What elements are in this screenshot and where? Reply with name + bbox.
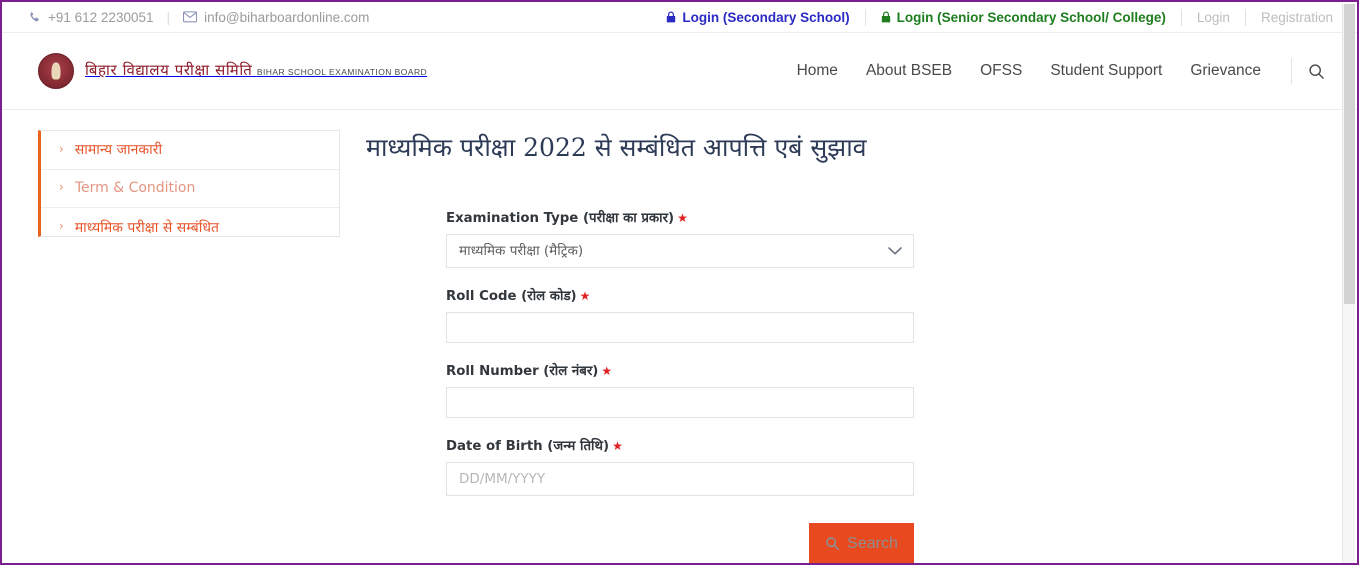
- main-navigation: Home About BSEB OFSS Student Support Gri…: [783, 58, 1333, 84]
- sidebar-item-label: सामान्य जानकारी: [74, 142, 163, 159]
- chevron-right-icon: ›: [59, 219, 64, 234]
- field-roll-number: Roll Number (रोल नंबर) ★: [446, 361, 914, 418]
- topbar-divider-1: [864, 8, 866, 26]
- nav-item-ofss[interactable]: OFSS: [966, 62, 1036, 80]
- objection-search-form: Examination Type (परीक्षा का प्रकार) ★ मा…: [446, 208, 914, 563]
- phone-icon: [28, 11, 41, 24]
- nav-item-about-bseb[interactable]: About BSEB: [852, 62, 966, 80]
- topbar-divider-3: [1244, 8, 1246, 26]
- search-button[interactable]: Search: [809, 523, 914, 563]
- lock-icon: [666, 11, 676, 23]
- sidebar-menu: › सामान्य जानकारी › Term & Condition › म…: [38, 130, 340, 237]
- required-star: ★: [677, 211, 688, 225]
- sidebar-item-general-info[interactable]: › सामान्य जानकारी: [41, 131, 339, 170]
- bseb-seal-icon: [38, 53, 74, 89]
- form-actions: Search: [446, 523, 914, 563]
- nav-item-grievance[interactable]: Grievance: [1176, 62, 1275, 80]
- search-icon: [825, 536, 840, 551]
- examination-type-select[interactable]: माध्यमिक परीक्षा (मैट्रिक): [446, 234, 914, 268]
- roll-code-input[interactable]: [446, 312, 914, 343]
- examination-type-label: Examination Type (परीक्षा का प्रकार) ★: [446, 208, 914, 226]
- contact-divider: |: [166, 9, 171, 25]
- roll-number-label-text: Roll Number (रोल नंबर): [446, 364, 599, 379]
- topbar-links: Login (Secondary School) Login (Senior S…: [666, 8, 1333, 26]
- sidebar-item-label: माध्यमिक परीक्षा से सम्बंधित: [74, 219, 219, 236]
- date-of-birth-label: Date of Birth (जन्म तिथि) ★: [446, 436, 914, 454]
- sidebar-item-madhyamik-related[interactable]: › माध्यमिक परीक्षा से सम्बंधित: [41, 208, 339, 247]
- search-icon: [1308, 63, 1325, 80]
- nav-divider: [1291, 58, 1292, 84]
- examination-type-select-shell: माध्यमिक परीक्षा (मैट्रिक): [446, 234, 914, 268]
- nav-item-home[interactable]: Home: [783, 62, 852, 80]
- chevron-right-icon: ›: [59, 141, 64, 156]
- sidebar-item-label: Term & Condition: [74, 180, 196, 197]
- header-search-button[interactable]: [1302, 63, 1333, 80]
- phone-link[interactable]: +91 612 2230051: [28, 10, 153, 25]
- scrollbar-thumb[interactable]: [1344, 4, 1355, 304]
- phone-number: +91 612 2230051: [48, 9, 154, 25]
- email-link[interactable]: info@biharboardonline.com: [183, 10, 369, 25]
- required-star: ★: [612, 439, 623, 453]
- page-scrollbar[interactable]: [1342, 4, 1355, 563]
- login-senior-label: Login (Senior Secondary School/ College): [896, 9, 1166, 25]
- brand-name-hindi: बिहार विद्यालय परीक्षा समिति: [85, 60, 253, 79]
- sidebar-item-term-condition[interactable]: › Term & Condition: [41, 170, 339, 208]
- utility-topbar: +91 612 2230051 | info@biharboardonline.…: [2, 2, 1357, 33]
- roll-code-label: Roll Code (रोल कोड) ★: [446, 286, 914, 304]
- contact-group: +91 612 2230051 | info@biharboardonline.…: [28, 9, 369, 25]
- required-star: ★: [601, 364, 613, 378]
- roll-number-input[interactable]: [446, 387, 914, 418]
- chevron-right-icon: ›: [59, 180, 64, 195]
- field-date-of-birth: Date of Birth (जन्म तिथि) ★: [446, 436, 914, 496]
- page-title: माध्यमिक परीक्षा 2022 से सम्बंधित आपत्ति…: [366, 133, 867, 162]
- content-area: › सामान्य जानकारी › Term & Condition › म…: [2, 110, 1357, 563]
- lock-icon: [881, 11, 891, 23]
- envelope-icon: [183, 11, 198, 23]
- login-secondary-school-link[interactable]: Login (Secondary School): [666, 9, 850, 25]
- topbar-divider-2: [1180, 8, 1182, 26]
- brand-name-english: BIHAR SCHOOL EXAMINATION BOARD: [256, 66, 428, 77]
- login-link[interactable]: Login: [1197, 10, 1230, 25]
- field-examination-type: Examination Type (परीक्षा का प्रकार) ★ मा…: [446, 208, 914, 268]
- roll-number-label: Roll Number (रोल नंबर) ★: [446, 361, 914, 379]
- examination-type-label-text: Examination Type (परीक्षा का प्रकार): [446, 211, 675, 226]
- page-frame: +91 612 2230051 | info@biharboardonline.…: [0, 0, 1359, 565]
- login-senior-secondary-link[interactable]: Login (Senior Secondary School/ College): [881, 10, 1166, 25]
- email-address: info@biharboardonline.com: [204, 9, 370, 25]
- date-of-birth-input[interactable]: [446, 462, 914, 496]
- roll-code-label-text: Roll Code (रोल कोड): [446, 289, 577, 304]
- date-of-birth-label-text: Date of Birth (जन्म तिथि): [446, 439, 610, 454]
- registration-link[interactable]: Registration: [1261, 10, 1333, 25]
- main-column: माध्यमिक परीक्षा 2022 से सम्बंधित आपत्ति…: [340, 130, 1357, 563]
- brand-text: बिहार विद्यालय परीक्षा समिति BIHAR SCHOO…: [85, 60, 428, 80]
- search-button-label: Search: [847, 534, 898, 552]
- site-header: बिहार विद्यालय परीक्षा समिति BIHAR SCHOO…: [2, 33, 1357, 110]
- login-secondary-label: Login (Secondary School): [682, 9, 850, 25]
- field-roll-code: Roll Code (रोल कोड) ★: [446, 286, 914, 343]
- nav-item-student-support[interactable]: Student Support: [1036, 62, 1176, 80]
- site-logo[interactable]: बिहार विद्यालय परीक्षा समिति BIHAR SCHOO…: [38, 53, 427, 89]
- required-star: ★: [579, 289, 591, 303]
